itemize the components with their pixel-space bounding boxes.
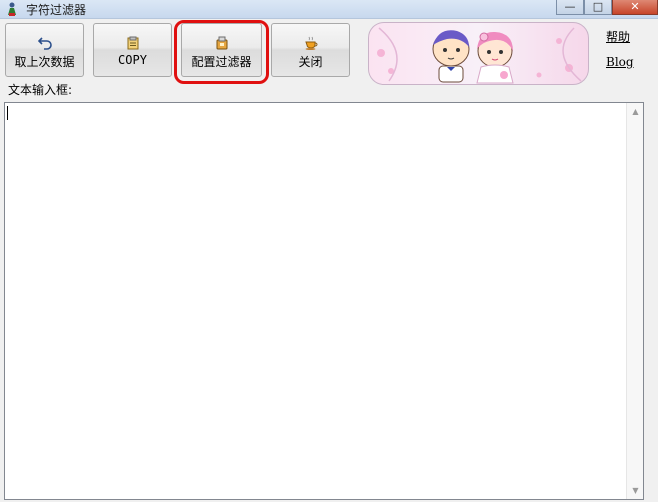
text-input-label: 文本输入框: <box>8 83 73 97</box>
text-caret <box>7 106 8 120</box>
load-last-data-button[interactable]: 取上次数据 <box>5 23 84 77</box>
configure-filter-label: 配置过滤器 <box>191 55 252 69</box>
gear-box-icon <box>216 36 227 50</box>
copy-button[interactable]: COPY <box>93 23 172 77</box>
blog-link[interactable]: Blog <box>606 55 634 69</box>
undo-arrow-icon <box>37 37 52 50</box>
banner-image <box>368 22 589 85</box>
text-input-area[interactable]: ▲ ▼ <box>4 102 644 500</box>
minimize-button[interactable]: — <box>556 0 584 15</box>
wedding-couple-cartoon <box>377 27 582 84</box>
help-link[interactable]: 帮助 <box>606 28 630 45</box>
scroll-up-arrow-icon[interactable]: ▲ <box>627 103 644 120</box>
close-label: 关闭 <box>298 55 323 69</box>
coffee-cup-icon <box>304 36 317 50</box>
vertical-scrollbar[interactable]: ▲ ▼ <box>626 103 643 499</box>
close-window-button[interactable]: ✕ <box>612 0 658 15</box>
maximize-button[interactable]: □ <box>584 0 612 15</box>
scroll-down-arrow-icon[interactable]: ▼ <box>627 482 644 499</box>
load-last-data-label: 取上次数据 <box>14 55 75 69</box>
app-icon <box>8 2 16 16</box>
copy-label: COPY <box>118 53 147 67</box>
close-button[interactable]: 关闭 <box>271 23 350 77</box>
configure-filter-button[interactable]: 配置过滤器 <box>181 23 262 77</box>
window-controls: — □ ✕ <box>556 0 658 15</box>
title-bar[interactable]: 字符过滤器 — □ ✕ <box>0 0 658 19</box>
clipboard-icon <box>127 36 138 50</box>
window-title: 字符过滤器 <box>26 3 87 17</box>
